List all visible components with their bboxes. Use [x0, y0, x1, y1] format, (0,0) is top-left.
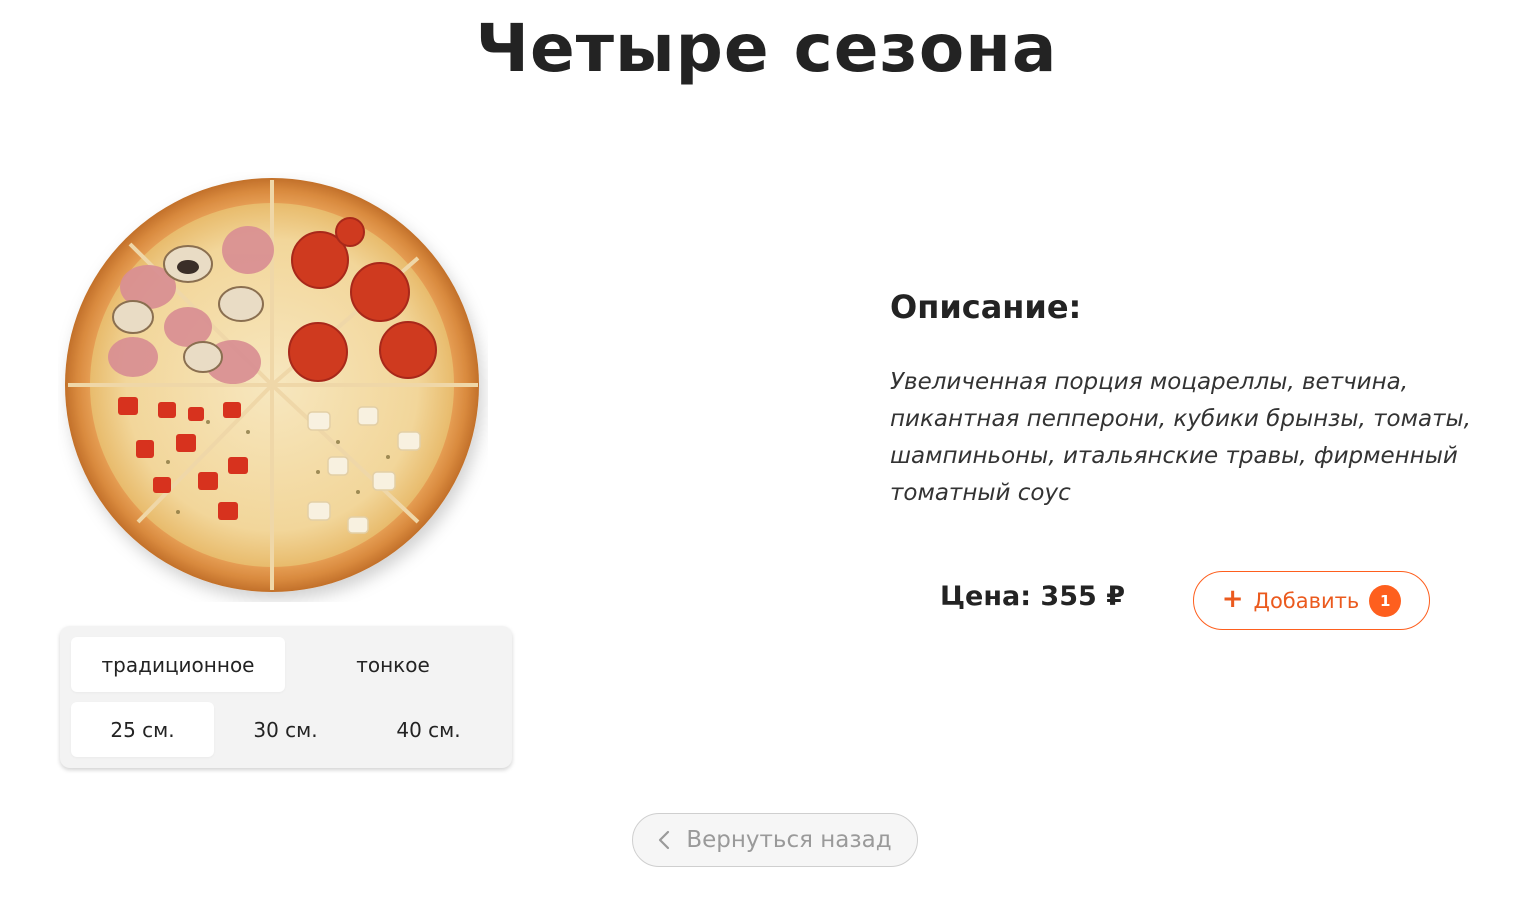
description-text: Увеличенная порция моцареллы, ветчина, п… [890, 369, 1471, 506]
chevron-left-icon [658, 830, 670, 850]
price-label: Цена: 355 ₽ [940, 581, 1125, 612]
dough-option-traditional[interactable]: традиционное [71, 637, 285, 692]
add-button-label: Добавить [1253, 588, 1360, 613]
pizza-image [58, 172, 488, 602]
cart-count-badge: 1 [1369, 584, 1402, 617]
dough-option-thin[interactable]: тонкое [286, 637, 500, 692]
back-button-label: Вернуться назад [686, 827, 892, 853]
pizza-options-selector: традиционное тонкое 25 см. 30 см. 40 см. [60, 626, 512, 768]
page-title: Четыре сезона [475, 10, 1058, 87]
size-option-30[interactable]: 30 см. [214, 702, 357, 757]
add-to-cart-button[interactable]: + Добавить 1 [1193, 571, 1430, 630]
pizza-illustration [65, 178, 479, 592]
back-button[interactable]: Вернуться назад [632, 813, 918, 867]
plus-icon: + [1221, 584, 1244, 614]
size-option-25[interactable]: 25 см. [71, 702, 214, 757]
size-option-40[interactable]: 40 см. [357, 702, 500, 757]
description-heading: Описание: [890, 288, 1082, 326]
